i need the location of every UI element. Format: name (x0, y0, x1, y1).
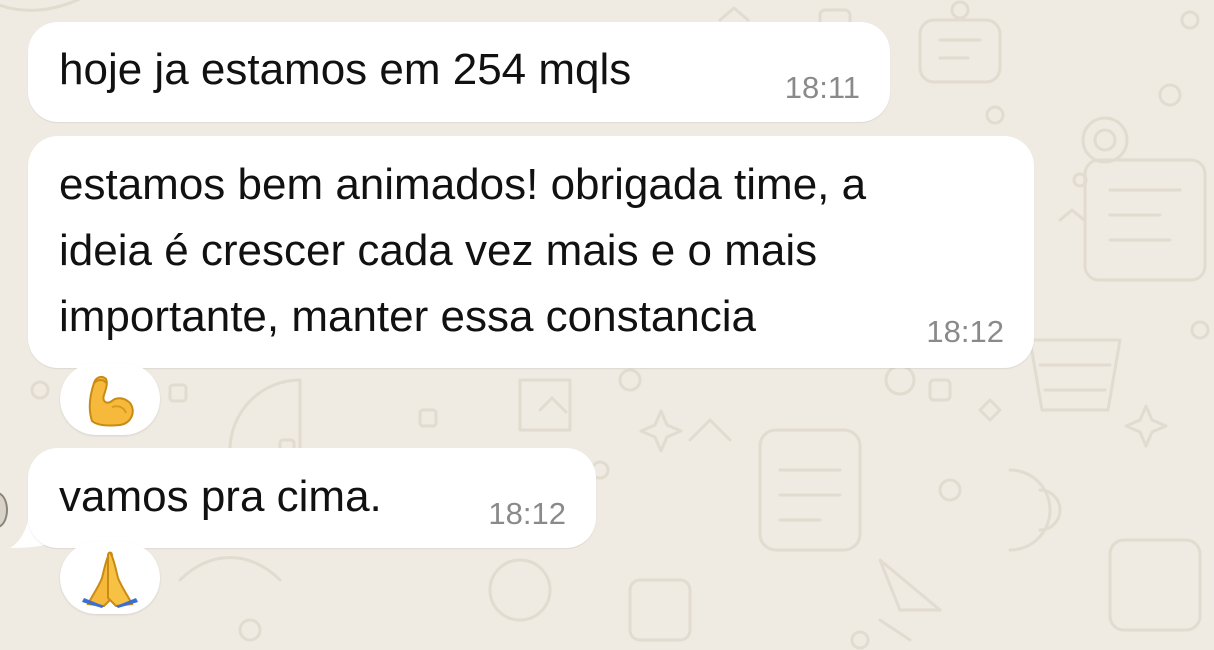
message-timestamp: 18:12 (926, 314, 1004, 349)
folded-hands-emoji (82, 551, 138, 608)
message-text: vamos pra cima. (59, 472, 382, 521)
flexed-biceps-emoji (88, 375, 134, 427)
message-reaction[interactable] (60, 542, 160, 614)
message-bubble[interactable]: hoje ja estamos em 254 mqls 18:11 (28, 22, 890, 122)
message-timestamp: 18:11 (784, 70, 860, 105)
message-timestamp: 18:12 (488, 496, 566, 531)
message-reaction[interactable] (60, 363, 160, 435)
message-text: estamos bem animados! obrigada time, a i… (59, 160, 867, 341)
message-text: hoje ja estamos em 254 mqls (59, 45, 632, 94)
message-bubble[interactable]: estamos bem animados! obrigada time, a i… (28, 136, 1034, 368)
message-bubble[interactable]: vamos pra cima. 18:12 (28, 448, 596, 548)
